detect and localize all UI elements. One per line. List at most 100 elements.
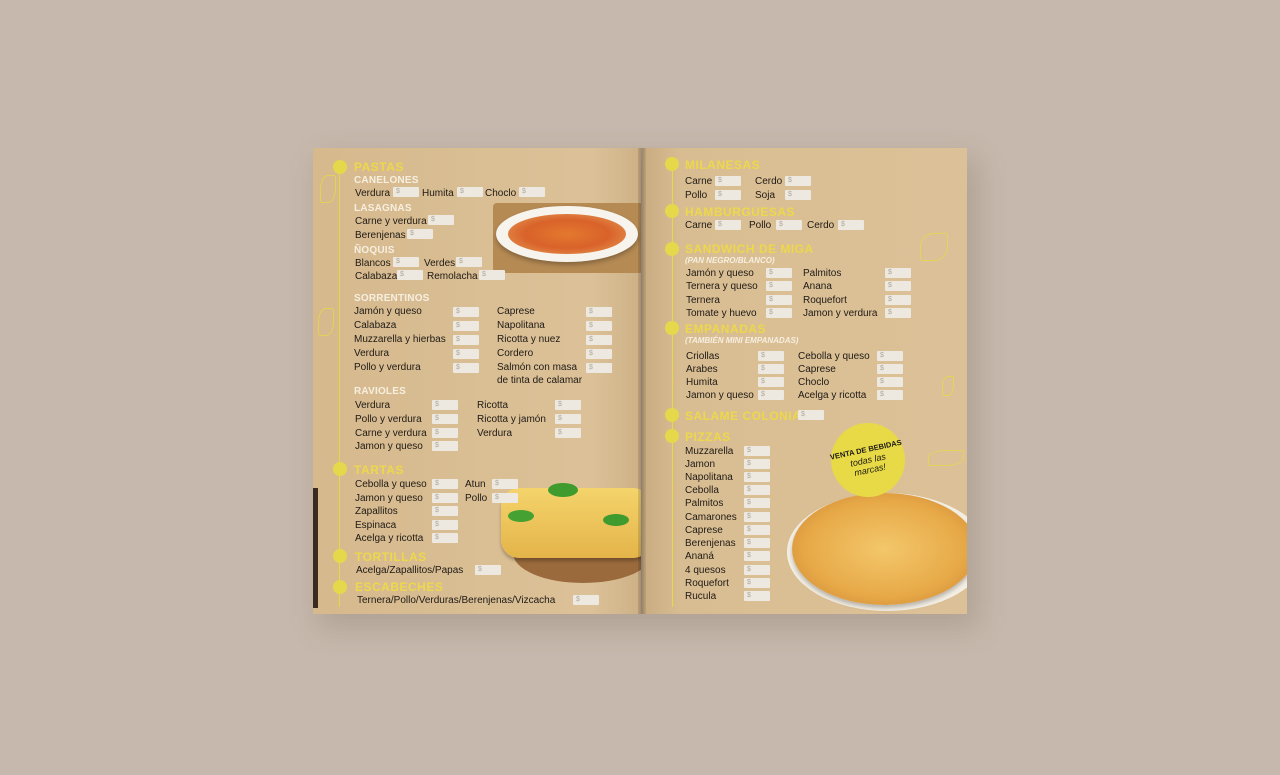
price-box: $ [586, 363, 612, 373]
menu-item: 4 quesos [685, 565, 726, 576]
menu-item: Jamon y verdura [803, 308, 878, 319]
price-box: $ [744, 591, 770, 601]
menu-item: Acelga/Zapallitos/Papas [356, 565, 464, 576]
price-box: $ [453, 363, 479, 373]
price-box: $ [766, 268, 792, 278]
menu-item: Humita [686, 377, 718, 388]
price-box: $ [586, 349, 612, 359]
menu-item: Ternera [686, 295, 720, 306]
menu-item: Caprese [798, 364, 836, 375]
menu-item: Napolitana [497, 320, 545, 331]
price-box: $ [457, 187, 483, 197]
menu-item: Cordero [497, 348, 534, 359]
section-title-hamburguesas: HAMBURGUESAS [685, 205, 796, 219]
menu-item: Cerdo [755, 176, 783, 187]
ravioli-image [508, 214, 626, 254]
section-dot [333, 160, 347, 174]
price-box: $ [885, 281, 911, 291]
price-box: $ [744, 538, 770, 548]
price-box: $ [453, 321, 479, 331]
price-box: $ [744, 565, 770, 575]
menu-item: Salmón con masa [497, 362, 578, 373]
price-box: $ [453, 335, 479, 345]
price-box: $ [432, 441, 458, 451]
menu-item: Choclo [798, 377, 830, 388]
price-box: $ [885, 295, 911, 305]
menu-item: Camarones [685, 512, 737, 523]
price-box: $ [428, 215, 454, 225]
menu-item: Jamon [685, 459, 716, 470]
section-dot [665, 157, 679, 171]
menu-item: Calabaza [355, 271, 398, 282]
menu-item: Berenjenas [685, 538, 736, 549]
menu-item: Verdura [477, 428, 513, 439]
section-dot [333, 549, 347, 563]
menu-item: Acelga y ricotta [798, 390, 867, 401]
price-box: $ [715, 220, 741, 230]
menu-item: Remolacha [427, 271, 478, 282]
menu-item: Carne y verdura [355, 428, 427, 439]
menu-item: Cebolla [685, 485, 719, 496]
menu-item: Jamon y queso [355, 493, 423, 504]
price-box: $ [432, 428, 458, 438]
menu-item: Humita [422, 188, 454, 199]
menu-item: Caprese [685, 525, 723, 536]
price-box: $ [555, 428, 581, 438]
menu-item: Pollo [685, 190, 708, 201]
price-box: $ [519, 187, 545, 197]
menu-item: Pollo [465, 493, 488, 504]
menu-item: Cebolla y queso [355, 479, 427, 490]
subsection-noquis: ÑOQUIS [354, 245, 395, 256]
price-box: $ [877, 390, 903, 400]
price-box: $ [432, 520, 458, 530]
price-box: $ [744, 525, 770, 535]
right-timeline-line [672, 162, 673, 607]
leaf-doodle-icon [320, 175, 336, 203]
price-box: $ [885, 308, 911, 318]
menu-item: Carne [685, 220, 713, 231]
menu-item: Carne [685, 176, 713, 187]
section-dot [665, 321, 679, 335]
price-box: $ [758, 364, 784, 374]
menu-item: Muzzarella [685, 446, 734, 457]
price-box: $ [453, 307, 479, 317]
menu-item: Palmitos [803, 268, 842, 279]
menu-item: Choclo [485, 188, 517, 199]
menu-item: Jamón y queso [354, 306, 422, 317]
menu-item: Acelga y ricotta [355, 533, 424, 544]
menu-item: Caprese [497, 306, 535, 317]
price-box: $ [744, 446, 770, 456]
pizza-image [792, 493, 967, 605]
menu-item: Ricotta [477, 400, 509, 411]
basil-leaf [508, 510, 534, 522]
price-box: $ [397, 270, 423, 280]
menu-item: Jamon y queso [355, 441, 423, 452]
section-dot [333, 580, 347, 594]
section-title-salame: SALAME COLONIA [685, 409, 802, 423]
price-box: $ [573, 595, 599, 605]
price-box: $ [586, 307, 612, 317]
menu-item: Ternera y queso [686, 281, 758, 292]
price-box: $ [586, 321, 612, 331]
section-dot [665, 429, 679, 443]
price-box: $ [407, 229, 433, 239]
price-box: $ [432, 414, 458, 424]
section-title-escabeches: ESCABECHES [355, 580, 444, 594]
price-box: $ [432, 493, 458, 503]
menu-item: Ricotta y nuez [497, 334, 561, 345]
menu-item: Cebolla y queso [798, 351, 870, 362]
leaf-doodle-icon [942, 376, 954, 396]
subsection-canelones: CANELONES [354, 175, 419, 186]
leaf-doodle-icon [318, 308, 334, 336]
menu-item: de tinta de calamar [497, 375, 583, 386]
subsection-lasagnas: LASAGNAS [354, 203, 412, 214]
menu-item: Espinaca [355, 520, 397, 531]
price-box: $ [758, 351, 784, 361]
price-box: $ [758, 390, 784, 400]
menu-item: Verdura [355, 400, 391, 411]
book-spine [638, 148, 646, 614]
price-box: $ [555, 400, 581, 410]
price-box: $ [744, 485, 770, 495]
price-box: $ [715, 190, 741, 200]
menu-item: Pollo y verdura [354, 362, 421, 373]
